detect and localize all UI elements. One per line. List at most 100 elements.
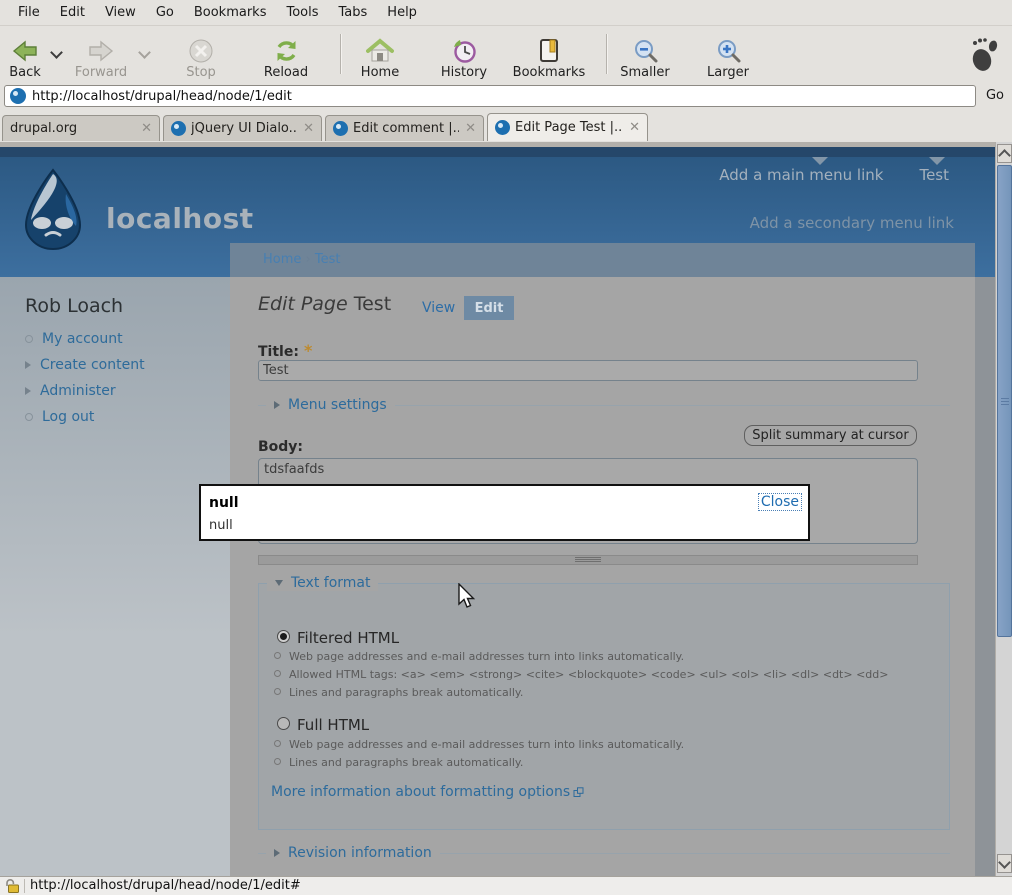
tab-favicon [495, 120, 510, 135]
vertical-scrollbar[interactable] [995, 142, 1012, 876]
null-dialog: null Close null [199, 484, 810, 541]
menu-help[interactable]: Help [377, 5, 427, 20]
menu-edit[interactable]: Edit [50, 5, 95, 20]
radio-full-html[interactable] [277, 717, 290, 730]
revision-information-fieldset-toggle[interactable]: Revision information [266, 845, 440, 861]
primary-link-add-main[interactable]: Add a main menu link [719, 166, 883, 184]
bookmarks-button[interactable]: Bookmarks [510, 34, 588, 80]
close-tab-icon[interactable]: ✕ [141, 121, 152, 136]
home-button[interactable]: Home [356, 34, 404, 80]
text-format-fieldset-toggle[interactable]: Text format [267, 575, 379, 591]
title-input[interactable] [258, 360, 918, 381]
page-title: Edit Page Test [258, 293, 392, 315]
split-summary-button[interactable]: Split summary at cursor [744, 425, 917, 446]
bookmarks-icon [510, 34, 588, 64]
radio-filtered-html[interactable] [277, 630, 290, 643]
smaller-icon [614, 34, 676, 64]
breadcrumb-current-link[interactable]: Test [315, 252, 341, 267]
primary-link-test[interactable]: Test [919, 166, 949, 184]
browser-tab-edit-page-test[interactable]: Edit Page Test |... ✕ [487, 113, 648, 141]
expanded-arrow-icon [275, 580, 283, 586]
browser-tab-edit-comment[interactable]: Edit comment |... ✕ [325, 115, 484, 141]
forward-icon [72, 34, 130, 64]
close-tab-icon[interactable]: ✕ [629, 120, 640, 135]
status-bar: http://localhost/drupal/head/node/1/edit… [0, 876, 1012, 895]
gnome-logo-icon [968, 36, 1002, 76]
toolbar: Back Forward Stop Reload Home History Bo… [0, 26, 1012, 83]
sidebar: Rob Loach My account Create content Admi… [0, 277, 230, 876]
mouse-cursor [457, 582, 477, 615]
primary-links: Add a main menu link Test [719, 166, 949, 184]
collapsed-arrow-icon [274, 401, 280, 409]
forward-button: Forward [72, 34, 130, 80]
scroll-down-button[interactable] [997, 854, 1012, 873]
main-content: Edit Page Test View Edit Title: * Menu s… [230, 277, 975, 876]
collapsed-arrow-icon [25, 387, 31, 395]
go-button[interactable]: Go [986, 88, 1004, 103]
reload-button[interactable]: Reload [256, 34, 316, 80]
format-tip: Web page addresses and e-mail addresses … [274, 650, 684, 663]
home-icon [356, 34, 404, 64]
breadcrumb: Home › Test [263, 252, 341, 267]
close-tab-icon[interactable]: ✕ [303, 121, 314, 136]
tab-bar: drupal.org ✕ jQuery UI Dialo... ✕ Edit c… [0, 112, 1012, 143]
format-tip: Web page addresses and e-mail addresses … [274, 738, 684, 751]
stop-icon [178, 34, 224, 64]
sidebar-item-administer[interactable]: Administer [25, 383, 116, 399]
larger-button[interactable]: Larger [700, 34, 756, 80]
toolbar-separator [340, 34, 342, 74]
formatting-options-link[interactable]: More information about formatting option… [271, 784, 584, 800]
menu-bar: File Edit View Go Bookmarks Tools Tabs H… [0, 0, 1012, 26]
radio-filtered-html-label[interactable]: Filtered HTML [297, 629, 399, 647]
tab-favicon [171, 121, 186, 136]
scrollbar-thumb[interactable] [997, 165, 1012, 637]
menu-view[interactable]: View [95, 5, 146, 20]
back-dropdown-chevron[interactable] [50, 46, 63, 59]
back-icon [2, 34, 48, 64]
dialog-title: null [209, 495, 239, 511]
browser-tab-jquery-ui[interactable]: jQuery UI Dialo... ✕ [163, 115, 322, 141]
close-tab-icon[interactable]: ✕ [465, 121, 476, 136]
toolbar-separator [606, 34, 608, 74]
menu-bookmarks[interactable]: Bookmarks [184, 5, 277, 20]
site-name[interactable]: localhost [106, 202, 254, 235]
site-favicon [10, 88, 26, 104]
tab-favicon [333, 121, 348, 136]
secondary-link-add[interactable]: Add a secondary menu link [750, 214, 954, 232]
drupal-logo [22, 168, 84, 254]
title-field-label: Title: * [258, 341, 313, 360]
url-text[interactable]: http://localhost/drupal/head/node/1/edit [32, 89, 292, 104]
sidebar-item-log-out[interactable]: Log out [25, 409, 94, 425]
tab-edit[interactable]: Edit [464, 296, 514, 320]
textarea-resize-grabber[interactable] [258, 555, 918, 565]
radio-full-html-label[interactable]: Full HTML [297, 716, 369, 734]
chevron-up-icon [998, 148, 1011, 162]
menu-go[interactable]: Go [146, 5, 184, 20]
scroll-up-button[interactable] [997, 144, 1012, 163]
dialog-body: null [209, 518, 233, 533]
browser-tab-drupal-org[interactable]: drupal.org ✕ [2, 115, 160, 141]
sidebar-item-create-content[interactable]: Create content [25, 357, 145, 373]
dialog-close-link[interactable]: Close [757, 493, 802, 511]
bullet-icon [25, 335, 33, 343]
menu-settings-fieldset-toggle[interactable]: Menu settings [266, 397, 395, 413]
back-button[interactable]: Back [2, 34, 48, 80]
sidebar-user-name: Rob Loach [25, 295, 124, 317]
menu-tab-pointer [929, 157, 945, 165]
chevron-down-icon [998, 855, 1011, 869]
bullet-icon [25, 413, 33, 421]
menu-tools[interactable]: Tools [276, 5, 328, 20]
smaller-button[interactable]: Smaller [614, 34, 676, 80]
address-bar[interactable]: http://localhost/drupal/head/node/1/edit [4, 85, 976, 107]
text-format-fieldset: Text format Filtered HTML Web page addre… [258, 575, 950, 830]
sidebar-item-my-account[interactable]: My account [25, 331, 123, 347]
history-button[interactable]: History [434, 34, 494, 80]
tab-view[interactable]: View [422, 300, 455, 316]
menu-tabs[interactable]: Tabs [329, 5, 378, 20]
status-text: http://localhost/drupal/head/node/1/edit… [30, 878, 301, 893]
breadcrumb-home-link[interactable]: Home [263, 252, 301, 267]
menu-tab-pointer [812, 157, 828, 165]
forward-dropdown-chevron [138, 46, 151, 59]
stop-button: Stop [178, 34, 224, 80]
menu-file[interactable]: File [8, 5, 50, 20]
